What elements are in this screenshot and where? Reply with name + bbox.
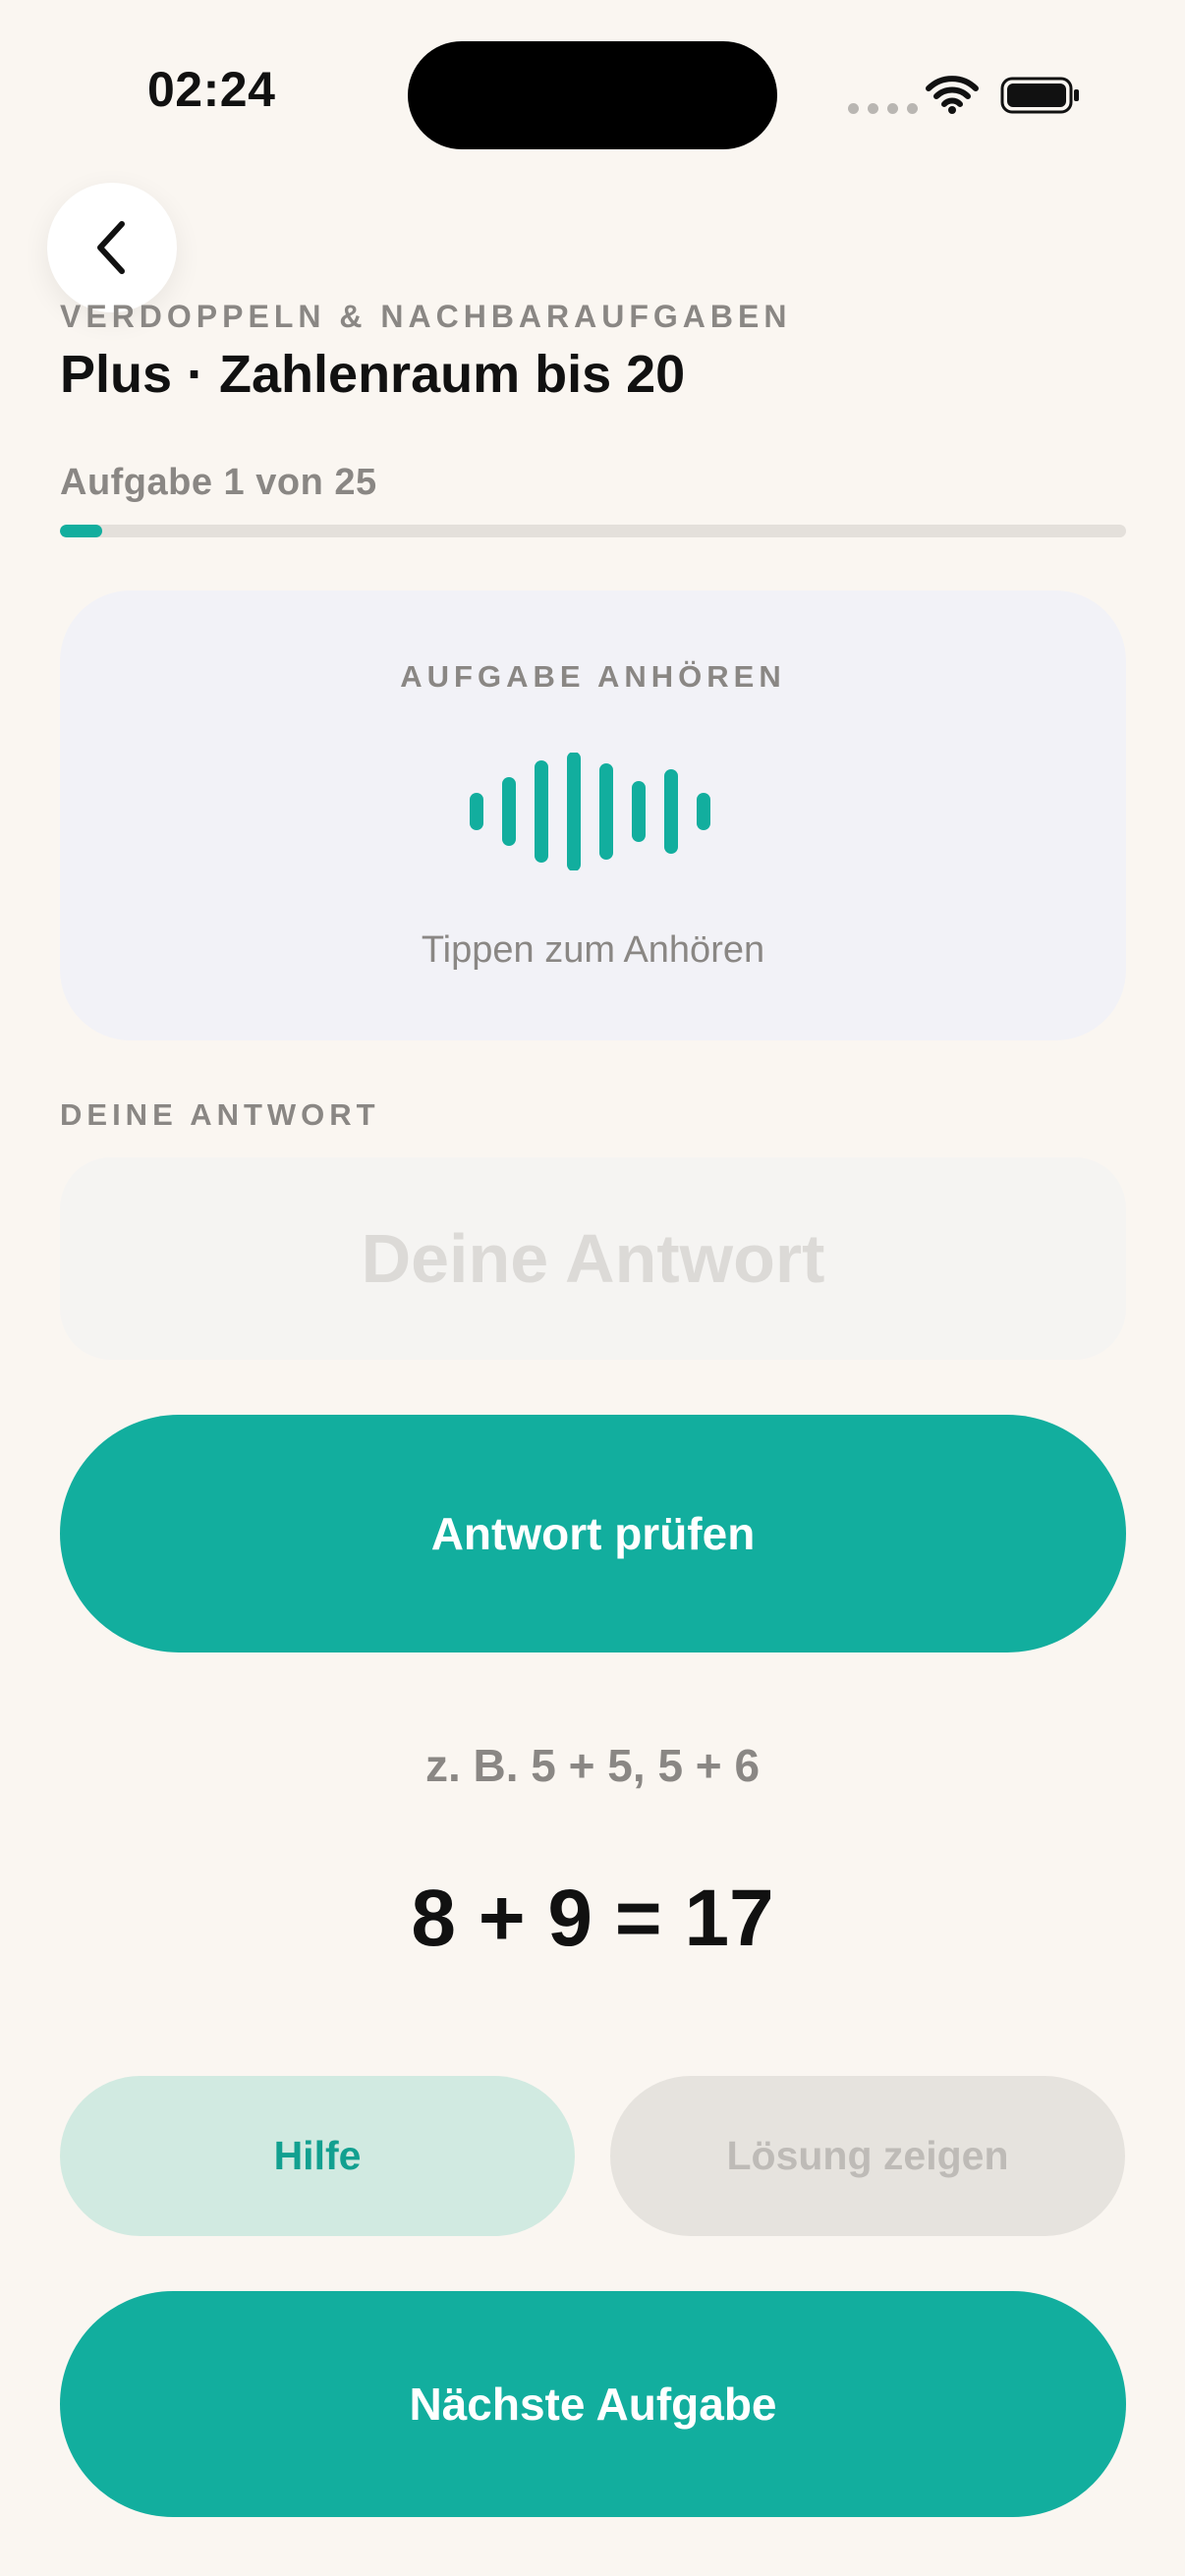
progress-label: Aufgabe 1 von 25: [60, 462, 377, 503]
show-solution-button[interactable]: Lösung zeigen: [610, 2076, 1125, 2236]
answer-label: DEINE ANTWORT: [60, 1097, 380, 1132]
listen-card-hint: Tippen zum Anhören: [421, 929, 765, 971]
exercise-screen: 02:24 VERDOPPELN & NACHBARAUFGABEN Plus …: [0, 0, 1185, 2576]
category-label: VERDOPPELN & NACHBARAUFGABEN: [60, 299, 792, 334]
dynamic-island: [408, 41, 777, 149]
page-title: Plus · Zahlenraum bis 20: [60, 345, 686, 404]
answer-input[interactable]: [60, 1157, 1126, 1360]
status-time: 02:24: [147, 62, 276, 117]
wifi-icon: [926, 76, 979, 114]
help-button[interactable]: Hilfe: [60, 2076, 575, 2236]
chevron-left-icon: [97, 221, 125, 274]
back-button[interactable]: [47, 183, 177, 312]
battery-icon: [1000, 77, 1079, 114]
listen-card-heading: AUFGABE ANHÖREN: [400, 659, 786, 694]
waveform-icon: [470, 753, 710, 870]
example-equation: 8 + 9 = 17: [411, 1874, 774, 1963]
progress-bar-fill: [60, 525, 103, 537]
listen-card[interactable]: AUFGABE ANHÖREN Tippen zum Anhören: [60, 590, 1126, 1040]
progress-bar: [60, 525, 1126, 537]
next-task-button[interactable]: Nächste Aufgabe: [60, 2291, 1126, 2517]
example-hint: z. B. 5 + 5, 5 + 6: [424, 1740, 761, 1791]
cellular-signal-icon: [848, 103, 918, 114]
check-answer-button[interactable]: Antwort prüfen: [60, 1415, 1126, 1652]
